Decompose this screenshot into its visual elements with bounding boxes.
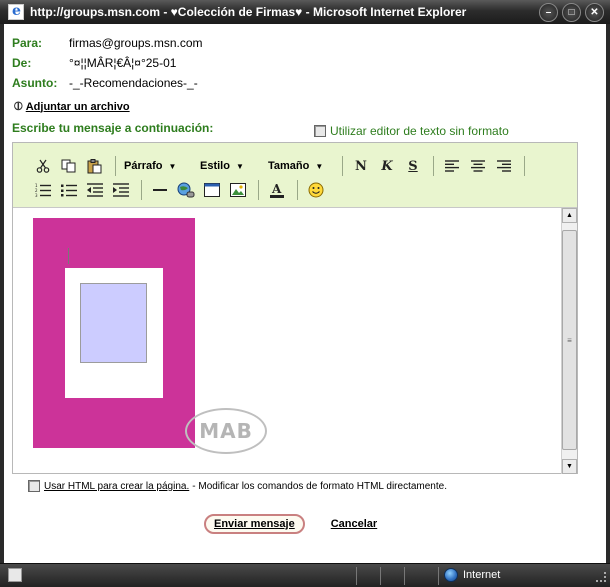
toolbar-separator [141,180,142,200]
plain-text-toggle[interactable]: Utilizar editor de texto sin formato [314,124,509,138]
lavender-box [80,283,147,363]
scroll-up-icon[interactable]: ▲ [562,208,577,223]
globe-icon [444,568,458,582]
toolbar-row-1: Párrafo ▼ Estilo ▼ Tamaño ▼ N K S [33,155,533,177]
toolbar-separator [342,156,343,176]
mab-watermark: MAB [185,408,267,454]
paperclip-icon: ⦶ [14,99,23,113]
rich-text-editor: Párrafo ▼ Estilo ▼ Tamaño ▼ N K S 1 2 3 … [12,142,578,474]
format-toolbar: Párrafo ▼ Estilo ▼ Tamaño ▼ N K S 1 2 3 … [13,143,577,207]
image-icon[interactable] [228,180,248,200]
status-separator [380,567,381,585]
chevron-down-icon: ▼ [168,161,177,171]
page-icon [8,568,22,582]
underline-button[interactable]: S [403,156,423,176]
plain-text-label: Utilizar editor de texto sin formato [330,124,509,138]
scroll-down-icon[interactable]: ▼ [562,459,577,474]
security-zone: Internet [444,568,500,582]
bold-button[interactable]: N [351,156,371,176]
message-body[interactable]: MAB ▲ ≡ ▼ [13,207,577,474]
chevron-down-icon: ▼ [235,161,244,171]
from-label: De: [12,56,32,70]
status-separator [356,567,357,585]
outdent-icon[interactable] [85,180,105,200]
window-frame-right [606,24,610,563]
emoticon-icon[interactable] [306,180,326,200]
numbered-list-icon[interactable]: 123 [33,180,53,200]
close-button[interactable]: ✕ [585,2,604,22]
vertical-scrollbar[interactable]: ▲ ≡ ▼ [561,208,577,474]
to-label: Para: [12,36,43,50]
attach-file-link[interactable]: Adjuntar un archivo [26,101,130,113]
text-cursor [68,248,69,264]
from-row: De: °¤¦¦MÂR¦€Â¦¤°25-01 [12,56,176,70]
paste-icon[interactable] [85,156,105,176]
paragraph-dropdown-label: Párrafo [124,160,163,172]
toolbar-separator [433,156,434,176]
toolbar-row-2: 123 A [33,179,332,201]
compose-label: Escribe tu mensaje a continuación: [12,121,214,135]
attach-file: ⦶ Adjuntar un archivo [14,99,130,114]
chevron-down-icon: ▼ [315,161,324,171]
align-left-icon[interactable] [442,156,462,176]
to-row: Para: firmas@groups.msn.com [12,36,203,50]
html-mode-description: - Modificar los comandos de formato HTML… [192,480,447,492]
cancel-link[interactable]: Cancelar [331,518,377,530]
toolbar-separator [524,156,525,176]
size-dropdown[interactable]: Tamaño ▼ [268,160,332,172]
status-separator [438,567,439,585]
link-icon[interactable] [176,180,196,200]
align-center-icon[interactable] [468,156,488,176]
text-color-icon[interactable]: A [267,180,287,200]
plain-text-checkbox[interactable] [314,125,326,137]
svg-text:3: 3 [35,193,38,197]
to-value: firmas@groups.msn.com [69,36,203,50]
from-value: °¤¦¦MÂR¦€Â¦¤°25-01 [69,56,177,70]
horizontal-rule-icon[interactable] [150,180,170,200]
style-dropdown[interactable]: Estilo ▼ [200,160,262,172]
send-button[interactable]: Enviar mensaje [204,514,305,534]
italic-button[interactable]: K [377,156,397,176]
html-mode-checkbox[interactable] [28,480,40,492]
paragraph-dropdown[interactable]: Párrafo ▼ [124,160,194,172]
bullet-list-icon[interactable] [59,180,79,200]
toolbar-separator [258,180,259,200]
size-dropdown-label: Tamaño [268,160,310,172]
scroll-thumb[interactable]: ≡ [562,230,577,450]
html-mode-link[interactable]: Usar HTML para crear la página. [44,481,189,492]
subject-label: Asunto: [12,76,58,90]
toolbar-separator [115,156,116,176]
zone-label: Internet [463,569,501,581]
ie-icon [8,3,24,20]
window-title: http://groups.msn.com - ♥Colección de Fi… [30,5,467,19]
copy-icon[interactable] [59,156,79,176]
resize-grip-icon[interactable] [596,572,606,582]
maximize-button[interactable]: □ [562,2,581,22]
minimize-button[interactable]: – [539,2,558,22]
cut-icon[interactable] [33,156,53,176]
subject-value: -_-Recomendaciones-_- [69,76,198,90]
style-dropdown-label: Estilo [200,160,230,172]
toolbar-separator [297,180,298,200]
subject-row: Asunto: -_-Recomendaciones-_- [12,76,198,90]
status-separator [404,567,405,585]
signature-canvas: MAB [25,218,560,468]
html-mode-option: Usar HTML para crear la página. - Modifi… [28,480,447,492]
compose-page: Para: firmas@groups.msn.com De: °¤¦¦MÂR¦… [4,24,606,563]
title-bar: http://groups.msn.com - ♥Colección de Fi… [0,0,610,24]
indent-icon[interactable] [111,180,131,200]
status-bar: Internet [0,563,610,587]
svg-text:A: A [271,182,282,196]
align-right-icon[interactable] [494,156,514,176]
table-icon[interactable] [202,180,222,200]
action-buttons: Enviar mensaje Cancelar [204,514,377,534]
